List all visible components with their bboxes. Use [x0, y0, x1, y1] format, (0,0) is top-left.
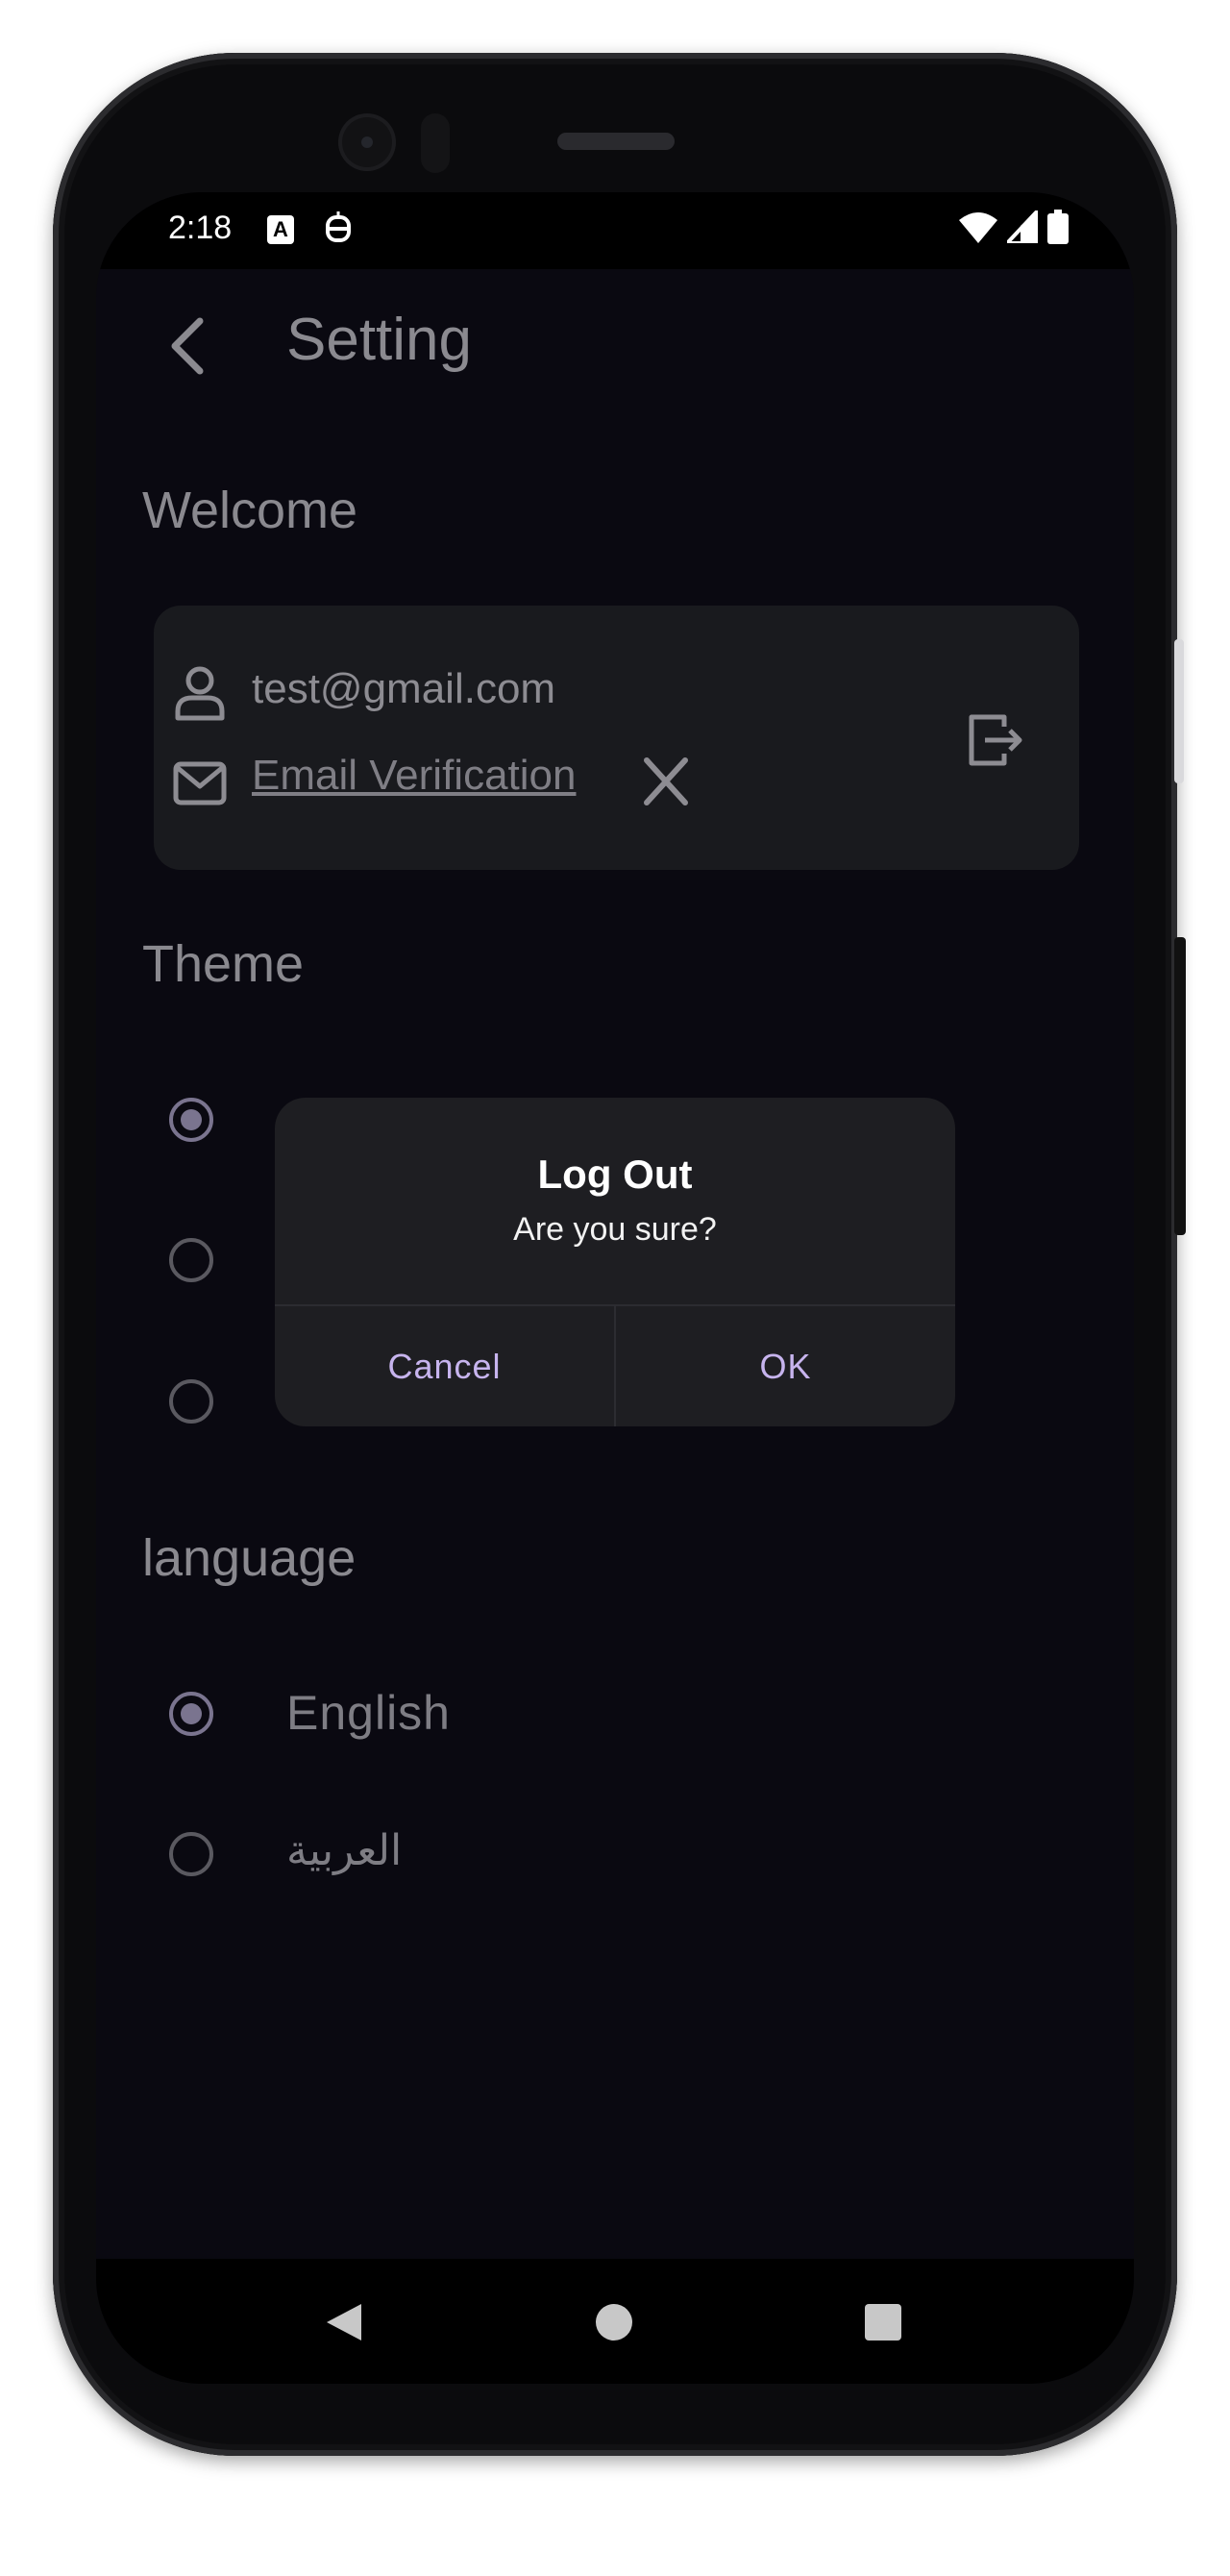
language-radio-arabic[interactable] [169, 1832, 213, 1876]
language-radio-english[interactable] [169, 1692, 213, 1736]
home-circle-icon[interactable] [596, 2304, 632, 2341]
back-triangle-icon[interactable] [325, 2302, 363, 2342]
theme-radio-3[interactable] [169, 1379, 213, 1424]
dialog-title: Log Out [537, 1152, 693, 1197]
front-camera [338, 113, 396, 171]
signal-icon [1007, 211, 1038, 243]
recents-square-icon[interactable] [865, 2304, 901, 2341]
theme-heading: Theme [142, 935, 305, 993]
battery-icon [1047, 210, 1069, 244]
theme-radio-1[interactable] [169, 1098, 213, 1142]
logout-dialog: Log Out Are you sure? Cancel OK [275, 1098, 955, 1426]
robot-icon [326, 211, 351, 242]
wifi-icon [959, 212, 997, 243]
app-screen: 2:18 A Setting Welcome test@gmail.com Em… [96, 192, 1134, 2384]
dialog-message: Are you sure? [513, 1211, 717, 1248]
page-title: Setting [286, 307, 473, 373]
email-verification-link[interactable]: Email Verification [252, 752, 576, 800]
close-icon [644, 757, 688, 805]
user-icon [175, 666, 225, 721]
navigation-bar [96, 2259, 1134, 2384]
theme-radio-2[interactable] [169, 1238, 213, 1282]
volume-button [1174, 639, 1184, 783]
chevron-left-icon[interactable] [154, 308, 221, 384]
earpiece-speaker [557, 133, 675, 150]
power-button [1174, 937, 1186, 1235]
status-time: 2:18 [168, 210, 233, 246]
mail-icon [173, 761, 227, 805]
account-email: test@gmail.com [252, 665, 556, 712]
proximity-sensor [421, 113, 450, 173]
logout-icon[interactable] [966, 711, 1025, 769]
language-option-english[interactable]: English [286, 1685, 451, 1741]
ok-button[interactable]: OK [616, 1306, 955, 1426]
welcome-heading: Welcome [142, 482, 358, 539]
language-option-arabic[interactable]: العربية [286, 1826, 402, 1875]
account-card: test@gmail.com Email Verification [154, 606, 1079, 870]
language-heading: language [142, 1529, 357, 1587]
status-bar: 2:18 A [96, 192, 1134, 269]
cancel-button[interactable]: Cancel [275, 1306, 614, 1426]
font-a-icon: A [267, 215, 294, 244]
